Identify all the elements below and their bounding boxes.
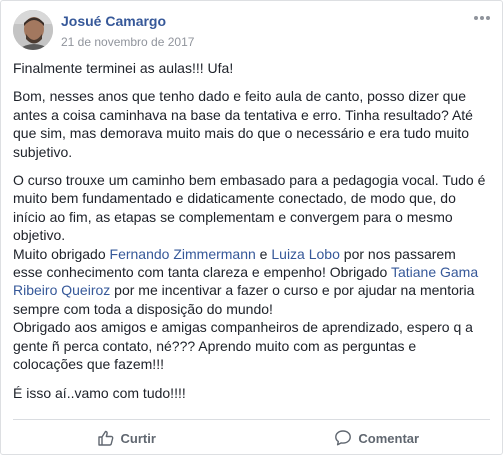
post-paragraph-thanks: Muito obrigado Fernando Zimmermann e Lui…	[13, 245, 487, 319]
divider	[13, 419, 490, 420]
post-paragraph: Bom, nesses anos que tenho dado e feito …	[13, 88, 473, 160]
comment-label: Comentar	[358, 430, 420, 446]
comment-button[interactable]: Comentar	[252, 421, 503, 455]
speech-bubble-icon	[335, 430, 352, 446]
action-bar: Curtir Comentar	[1, 421, 502, 455]
thumbs-up-icon	[97, 430, 113, 446]
menu-dot	[480, 16, 484, 20]
like-button[interactable]: Curtir	[1, 421, 252, 455]
text-span: e	[255, 245, 272, 262]
menu-dot	[486, 16, 490, 20]
text-span: Muito obrigado	[13, 245, 110, 262]
more-options-icon[interactable]	[474, 13, 490, 23]
post-paragraph: Obrigado aos amigos e amigas companheiro…	[13, 319, 473, 373]
menu-dot	[474, 16, 478, 20]
mention-link[interactable]: Fernando Zimmermann	[110, 246, 256, 262]
post-paragraph: O curso trouxe um caminho bem embasado p…	[13, 172, 486, 244]
post-card: Josué Camargo 21 de novembro de 2017 Fin…	[0, 0, 503, 455]
post-date[interactable]: 21 de novembro de 2017	[61, 34, 194, 50]
like-label: Curtir	[120, 430, 156, 446]
avatar[interactable]	[13, 10, 53, 50]
post-header: Josué Camargo 21 de novembro de 2017	[13, 10, 194, 50]
author-name[interactable]: Josué Camargo	[61, 12, 194, 30]
mention-link[interactable]: Luiza Lobo	[271, 246, 340, 262]
post-paragraph: Finalmente terminei as aulas!!! Ufa!	[13, 60, 234, 76]
avatar-image	[13, 10, 53, 50]
post-paragraph: É isso aí..vamo com tudo!!!!	[13, 384, 186, 401]
post-meta: Josué Camargo 21 de novembro de 2017	[61, 10, 194, 50]
post-body: Finalmente terminei as aulas!!! Ufa! Bom…	[13, 59, 487, 412]
